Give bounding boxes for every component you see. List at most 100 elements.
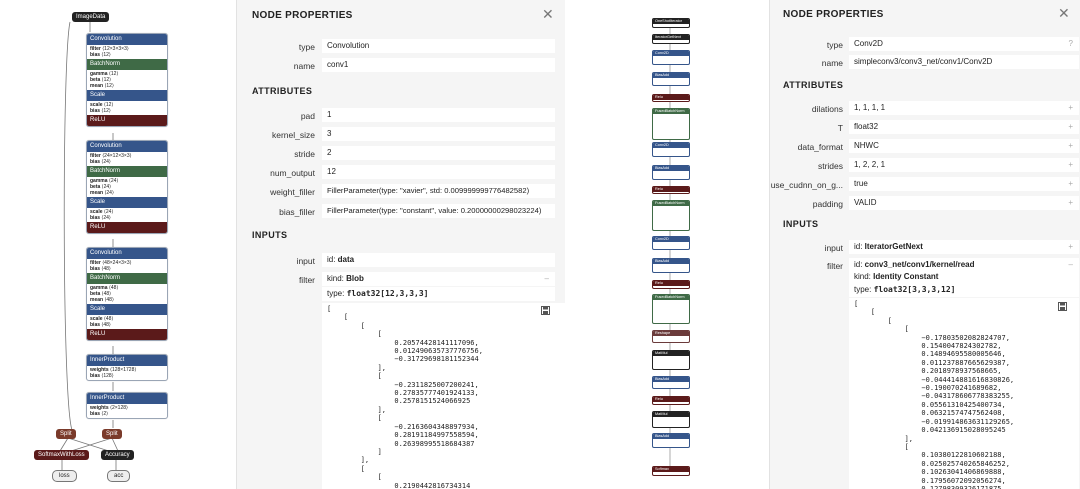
filter-label-right: filter [826,261,843,271]
bn2-attrs: gamma ⟨24⟩ beta ⟨24⟩ mean ⟨24⟩ [90,178,119,196]
panel-title: NODE PROPERTIES [252,10,353,21]
graph-node-title: FusedBatchNorm [653,201,689,206]
graph-node-conv2d[interactable]: Conv2D [652,236,690,250]
softmaxwithloss-node[interactable]: SoftmaxWithLoss [34,450,89,460]
graph-node-biasadd[interactable]: BiasAdd [652,433,690,448]
relu3-title: ReLU [87,329,167,340]
ip2-node[interactable]: InnerProduct weights ⟨2×128⟩ bias ⟨2⟩ [86,392,168,419]
graph-node-biasadd[interactable]: BiasAdd [652,165,690,180]
scale3-title: Scale [87,304,167,315]
graph-node-relu[interactable]: Relu [652,280,690,289]
close-icon[interactable]: ✕ [542,6,554,23]
save-icon-right[interactable] [1058,302,1067,311]
name-value[interactable]: conv1 [322,58,555,72]
split-node-2[interactable]: Split [102,429,122,439]
graph-node-relu[interactable]: Relu [652,186,690,194]
attr-label-stride: stride [294,149,315,159]
attr-value-kernel-size[interactable]: 3 [322,127,555,141]
graph-node-biasadd[interactable]: BiasAdd [652,376,690,389]
graph-node-title: OneShotIterator [653,19,689,24]
save-icon[interactable] [541,306,550,315]
tensor-values-right[interactable]: [ [ [ [ −0.17803502082824707, 0.15400478… [849,298,1079,489]
attr-value-bias-filler[interactable]: FillerParameter(type: "constant", value:… [322,204,555,218]
graph-node-fusedbatchnorm[interactable]: FusedBatchNorm [652,108,690,140]
graph-node-biasadd[interactable]: BiasAdd [652,258,690,273]
graph-node-title: Reshape [653,331,689,336]
attr-value-weight-filler[interactable]: FillerParameter(type: "xavier", std: 0.0… [322,184,555,198]
scale1-title: Scale [87,90,167,101]
inputs-heading-right: INPUTS [783,219,819,229]
right-graph-canvas[interactable]: OneShotIterator IteratorGetNext Conv2D Bias… [565,0,769,489]
attr-value-num-output[interactable]: 12 [322,165,555,179]
attr-value-padding[interactable]: VALID + [849,196,1079,210]
filter-kind-right: kind: Identity Constant [849,270,1079,284]
graph-node-title: Conv2D [653,237,689,242]
ip2-attrs: weights ⟨2×128⟩ bias ⟨2⟩ [90,405,128,417]
conv2-attrs: filter ⟨24×12×3×3⟩ bias ⟨24⟩ [90,153,132,165]
close-icon-right[interactable]: ✕ [1058,5,1070,22]
ip1-node[interactable]: InnerProduct weights ⟨128×1728⟩ bias ⟨12… [86,354,168,381]
input-value-right[interactable]: id: IteratorGetNext + [849,240,1079,254]
expand-icon: + [1068,242,1073,251]
attr-value-use-cudnn[interactable]: true + [849,177,1079,191]
graph-node-matmul[interactable]: MatMul [652,350,690,370]
graph-node-softmax[interactable]: Softmax [652,466,690,476]
accuracy-node[interactable]: Accuracy [101,450,134,460]
graph-node-title: Conv2D [653,51,689,56]
name-value-right[interactable]: simpleconv3/conv3_net/conv1/Conv2D [849,55,1079,69]
attr-value-t[interactable]: float32 + [849,120,1079,134]
attr-label-strides: strides [817,161,843,171]
left-graph-canvas[interactable]: ImageData Convolution filter ⟨12×3×3×3⟩ … [0,0,236,489]
conv2-node[interactable]: Convolution filter ⟨24×12×3×3⟩ bias ⟨24⟩… [86,140,168,234]
graph-node-title: Conv2D [653,143,689,148]
acc-output[interactable]: acc [107,470,131,482]
attr-label-dilations: dilations [811,104,843,114]
filter-type-right: type: float32[3,3,3,12] [849,283,1079,297]
graph-node-title: Relu [653,397,689,402]
input-value[interactable]: id: data [322,253,555,267]
imagedata-node[interactable]: ImageData [72,12,110,22]
attr-label-weight-filler: weight_filler [270,187,315,197]
loss-output[interactable]: loss [52,470,77,482]
graph-node-relu[interactable]: Relu [652,94,690,102]
conv3-node[interactable]: Convolution filter ⟨48×24×3×3⟩ bias ⟨48⟩… [86,247,168,341]
graph-node-title: Softmax [653,467,689,472]
graph-node-fusedbatchnorm[interactable]: FusedBatchNorm [652,294,690,324]
attr-value-data-format[interactable]: NHWC + [849,139,1079,153]
attr-value-stride[interactable]: 2 [322,146,555,160]
attr-value-strides[interactable]: 1, 2, 2, 1 + [849,158,1079,172]
name-label: name [293,61,315,71]
graph-node-oneshotiterator[interactable]: OneShotIterator [652,18,690,28]
graph-node-matmul[interactable]: MatMul [652,411,690,428]
attr-value-dilations[interactable]: 1, 1, 1, 1 + [849,101,1079,115]
attr-label-use-cudnn: use_cudnn_on_g... [770,180,843,190]
attr-value-pad[interactable]: 1 [322,108,555,122]
collapse-icon[interactable]: – [545,272,549,286]
ip1-title: InnerProduct [87,355,167,366]
graph-node-reshape[interactable]: Reshape [652,330,690,343]
scale2-title: Scale [87,197,167,208]
graph-node-fusedbatchnorm[interactable]: FusedBatchNorm [652,200,690,231]
inputs-heading: INPUTS [252,230,288,240]
ip1-attrs: weights ⟨128×1728⟩ bias ⟨128⟩ [90,367,137,379]
graph-node-biasadd[interactable]: BiasAdd [652,72,690,86]
scale3-attrs: scale ⟨48⟩ bias ⟨48⟩ [90,316,114,328]
help-icon[interactable]: ? [1069,37,1073,51]
input-label-right: input [824,243,843,253]
conv1-node[interactable]: Convolution filter ⟨12×3×3×3⟩ bias ⟨12⟩ … [86,33,168,127]
expand-icon: + [1068,179,1073,188]
conv3-title: Convolution [87,248,167,259]
bn3-attrs: gamma ⟨48⟩ beta ⟨48⟩ mean ⟨48⟩ [90,285,119,303]
bn1-title: BatchNorm [87,59,167,70]
graph-node-conv2d[interactable]: Conv2D [652,50,690,65]
filter-kind[interactable]: kind: Blob – [322,272,555,286]
graph-node-title: Relu [653,95,689,100]
graph-node-relu[interactable]: Relu [652,396,690,405]
split-node-1[interactable]: Split [56,429,76,439]
tensor-values[interactable]: [ [ [ [ 0.20574428141117096, 0.012490635… [322,303,565,489]
type-value[interactable]: Convolution [322,39,555,53]
left-properties-panel: NODE PROPERTIES ✕ type Convolution name … [236,0,565,489]
graph-node-conv2d[interactable]: Conv2D [652,142,690,157]
type-value-right[interactable]: Conv2D? [849,37,1079,51]
graph-node-iteratorgetnext[interactable]: IteratorGetNext [652,34,690,44]
